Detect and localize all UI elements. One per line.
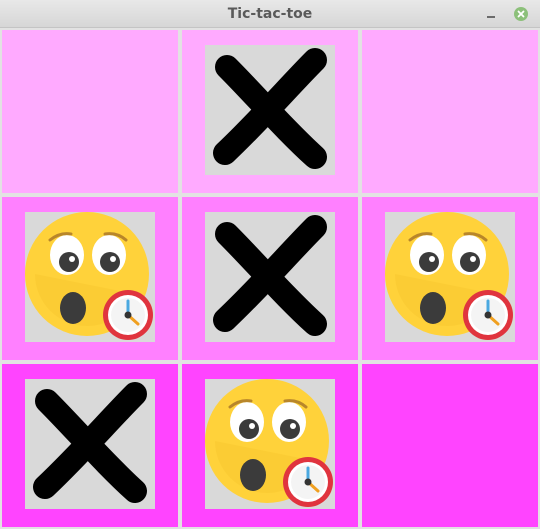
board-cell-r2-c1[interactable] bbox=[0, 195, 180, 362]
board-cell-r3-c1[interactable] bbox=[0, 362, 180, 529]
window-title: Tic-tac-toe bbox=[227, 6, 313, 22]
x-mark-icon bbox=[25, 379, 155, 509]
board-cell-r1-c3[interactable] bbox=[360, 28, 540, 195]
x-mark-icon bbox=[205, 212, 335, 342]
app-window: Tic-tac-toe bbox=[0, 0, 540, 529]
minimize-icon[interactable] bbox=[484, 7, 498, 21]
board-cell-r3-c3[interactable] bbox=[360, 362, 540, 529]
close-icon[interactable] bbox=[514, 7, 528, 21]
board-cell-r1-c1[interactable] bbox=[0, 28, 180, 195]
title-bar[interactable]: Tic-tac-toe bbox=[0, 0, 540, 28]
board-cell-r2-c2[interactable] bbox=[180, 195, 360, 362]
board-cell-r2-c3[interactable] bbox=[360, 195, 540, 362]
surprised-emoji-clock-icon bbox=[385, 212, 515, 342]
game-board bbox=[0, 28, 540, 529]
surprised-emoji-clock-icon bbox=[205, 379, 335, 509]
surprised-emoji-clock-icon bbox=[25, 212, 155, 342]
x-mark-icon bbox=[205, 45, 335, 175]
board-cell-r1-c2[interactable] bbox=[180, 28, 360, 195]
board-cell-r3-c2[interactable] bbox=[180, 362, 360, 529]
